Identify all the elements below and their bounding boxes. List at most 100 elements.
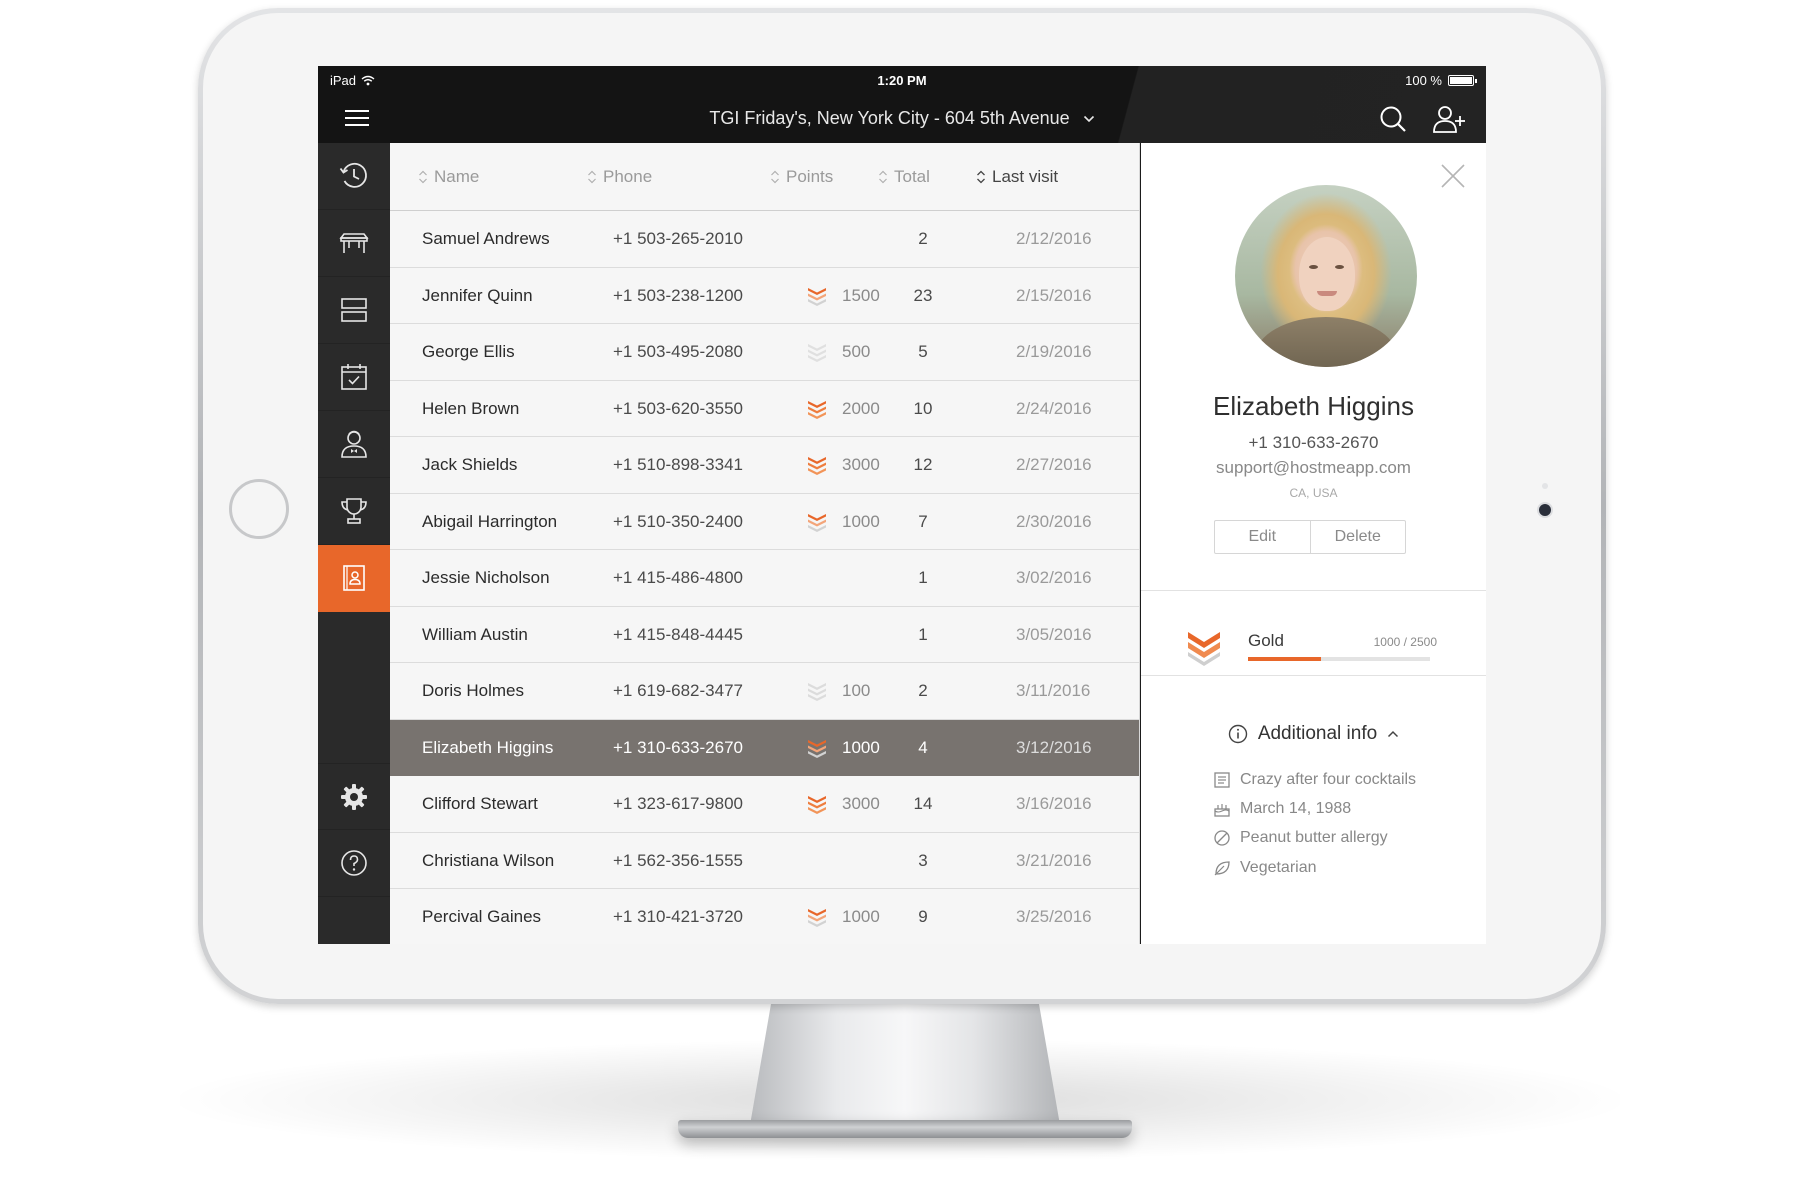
leaf-icon (1214, 861, 1230, 876)
guest-name-cell: Helen Brown (422, 398, 520, 418)
table-row[interactable]: Jessie Nicholson +1 415-486-4800 1 3/02/201… (390, 550, 1139, 607)
allergy-icon (1214, 830, 1230, 846)
search-button[interactable] (1378, 104, 1408, 134)
guest-table: Name Phone Points Total Last visit Samue… (390, 143, 1140, 944)
edit-button[interactable]: Edit (1215, 521, 1310, 553)
sidebar-item-settings[interactable] (318, 763, 390, 830)
sort-icon (419, 170, 427, 184)
battery-label: 100 % (1405, 73, 1442, 88)
tier-icon (808, 739, 826, 758)
sidebar-item-help[interactable] (318, 830, 390, 897)
column-label: Name (434, 167, 480, 186)
guest-phone-cell: +1 503-495-2080 (613, 342, 743, 361)
guest-last-visit-cell: 3/16/2016 (1016, 794, 1092, 813)
guest-phone-cell: +1 619-682-3477 (613, 681, 743, 700)
column-header-last-visit[interactable]: Last visit (976, 167, 1058, 187)
column-header-total[interactable]: Total (878, 167, 930, 187)
column-header-points[interactable]: Points (770, 167, 833, 187)
additional-info-toggle[interactable]: Additional info (1141, 723, 1486, 745)
table-row[interactable]: Doris Holmes +1 619-682-3477 100 2 3/11/2016 (390, 663, 1139, 720)
tier-icon (808, 457, 826, 475)
guest-points-cell: 1000 (806, 738, 880, 758)
sidebar-item-tables[interactable] (318, 210, 390, 277)
guest-name-cell: Doris Holmes (422, 681, 525, 700)
guest-total-cell: 23 (913, 285, 933, 305)
guest-total-cell: 1 (918, 568, 928, 587)
guest-points-cell: 1500 (806, 286, 880, 306)
waiter-icon (341, 430, 367, 458)
layout-icon (341, 298, 367, 322)
sidebar-item-layout[interactable] (318, 277, 390, 344)
sort-icon (977, 170, 985, 184)
delete-button[interactable]: Delete (1309, 521, 1406, 553)
column-label: Phone (603, 167, 653, 186)
guest-name-cell: George Ellis (422, 342, 515, 361)
status-battery: 100 % (1405, 73, 1477, 88)
tier-icon (808, 400, 826, 419)
table-row[interactable]: Abigail Harrington +1 510-350-2400 1000 7 2/… (390, 494, 1139, 550)
sidebar-item-history[interactable] (318, 143, 390, 210)
sidebar-item-reservations[interactable] (318, 344, 390, 411)
table-row[interactable]: Samuel Andrews +1 503-265-2010 2 2/12/2016 (390, 211, 1139, 268)
guest-name: Elizabeth Higgins (1213, 391, 1414, 421)
info-text: Crazy after four cocktails (1240, 771, 1417, 788)
loyalty-points: 1000 / 2500 (1373, 635, 1437, 649)
chevron-up-icon (1388, 730, 1399, 738)
guest-total-cell: 2 (918, 229, 928, 248)
info-allergy: Peanut butter allergy (1213, 829, 1388, 847)
tier-icon (808, 513, 826, 532)
add-guest-button[interactable] (1432, 104, 1466, 134)
column-label: Total (894, 167, 930, 186)
info-text: Peanut butter allergy (1240, 829, 1388, 846)
table-row[interactable]: Jennifer Quinn +1 503-238-1200 1500 23 2/15/… (390, 268, 1139, 324)
points-value: 2000 (842, 398, 880, 418)
guest-points-cell: 100 (806, 681, 870, 701)
column-header-name[interactable]: Name (418, 167, 479, 187)
points-value: 1000 (842, 737, 880, 757)
table-row[interactable]: Clifford Stewart +1 323-617-9800 3000 14 3/1… (390, 776, 1139, 833)
guest-total-cell: 10 (913, 398, 933, 418)
tier-icon (808, 344, 826, 362)
guest-total-cell: 3 (918, 850, 928, 870)
table-row[interactable]: Percival Gaines +1 310-421-3720 1000 9 3/25/… (390, 889, 1139, 944)
sidebar-item-staff[interactable] (318, 411, 390, 478)
guest-name-cell: William Austin (422, 624, 528, 644)
table-row[interactable]: Helen Brown +1 503-620-3550 2000 10 2/24/201… (390, 381, 1139, 437)
home-button[interactable] (229, 479, 289, 539)
device-mockup: iPad 1:20 PM 100 % TGI Friday's, New Yor… (0, 0, 1800, 1200)
guest-last-visit-cell: 2/12/2016 (1016, 229, 1092, 248)
column-header-phone[interactable]: Phone (587, 167, 652, 187)
tier-icon (808, 909, 826, 927)
guest-total-cell: 9 (918, 907, 928, 926)
table-row[interactable]: William Austin +1 415-848-4445 1 3/05/2016 (390, 607, 1139, 663)
note-icon (1214, 772, 1230, 788)
guest-last-visit-cell: 2/27/2016 (1016, 455, 1092, 474)
guest-last-visit-cell: 2/30/2016 (1016, 511, 1092, 531)
points-value: 1000 (842, 511, 880, 531)
guest-total-cell: 5 (918, 342, 928, 361)
divider (1141, 590, 1486, 591)
venue-selector[interactable]: TGI Friday's, New York City - 604 5th Av… (318, 108, 1486, 129)
sidebar-item-rewards[interactable] (318, 478, 390, 545)
guest-last-visit-cell: 2/24/2016 (1016, 398, 1092, 418)
guest-phone-cell: +1 310-421-3720 (613, 907, 743, 926)
table-row[interactable]: Jack Shields +1 510-898-3341 3000 12 2/27/20… (390, 437, 1139, 494)
table-row[interactable]: Christiana Wilson +1 562-356-1555 3 3/21/20… (390, 833, 1139, 889)
table-row[interactable]: George Ellis +1 503-495-2080 500 5 2/19/2016 (390, 324, 1139, 381)
guest-email: support@hostmeapp.com (1216, 458, 1411, 477)
monitor-stand (750, 1000, 1060, 1125)
points-value: 500 (842, 342, 871, 361)
guestbook-icon (343, 565, 365, 591)
camera-dot (1539, 504, 1551, 516)
sidebar-item-guestbook[interactable] (318, 545, 390, 612)
guest-total-cell: 4 (918, 737, 928, 757)
sort-icon (588, 170, 596, 184)
close-button[interactable] (1440, 163, 1466, 189)
clock-icon (339, 162, 367, 188)
guest-phone-cell: +1 510-350-2400 (613, 511, 743, 531)
additional-info-title: Additional info (1257, 723, 1378, 744)
search-icon (1380, 106, 1406, 132)
table-row[interactable]: Elizabeth Higgins +1 310-633-2670 1000 4 3/1… (390, 719, 1139, 776)
sort-icon (879, 170, 887, 184)
guest-name-cell: Jack Shields (422, 455, 518, 474)
